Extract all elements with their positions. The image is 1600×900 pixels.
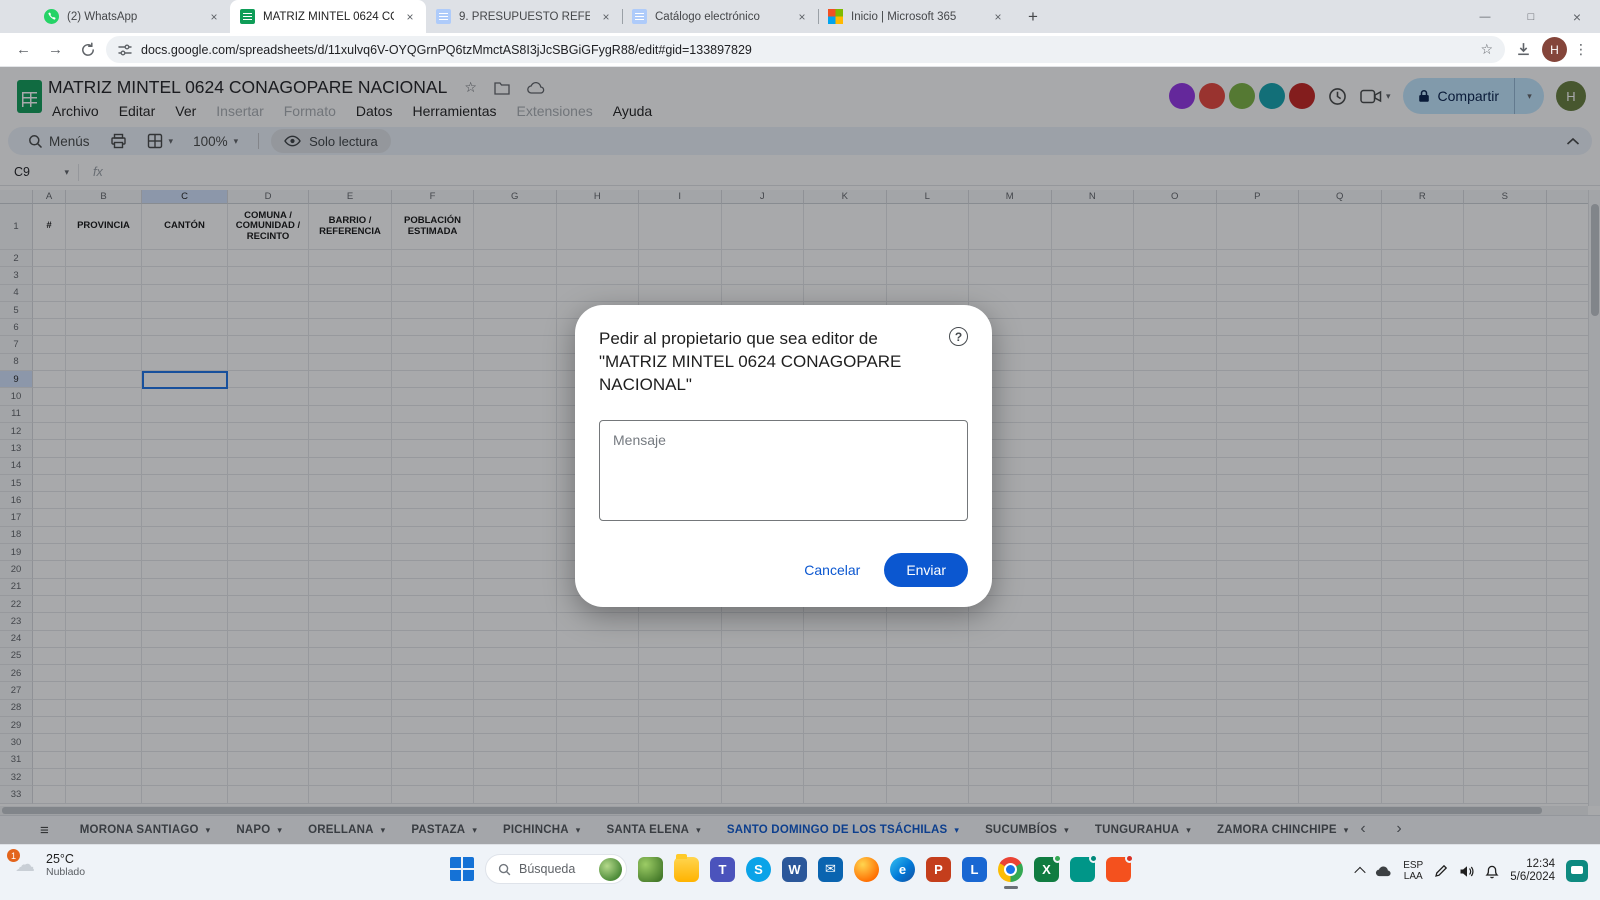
chrome-icon[interactable] — [998, 857, 1023, 882]
browser-tabs: (2) WhatsApp×MATRIZ MINTEL 0624 CONAG×9.… — [34, 0, 1014, 33]
teams-icon[interactable]: T — [710, 857, 735, 882]
minimize-button[interactable]: — — [1462, 0, 1508, 33]
notification-bell-icon[interactable] — [1485, 864, 1499, 879]
browser-profile-avatar[interactable]: H — [1542, 37, 1567, 62]
cancel-button[interactable]: Cancelar — [790, 553, 874, 587]
whatsapp-icon — [44, 9, 59, 24]
screen: (2) WhatsApp×MATRIZ MINTEL 0624 CONAG×9.… — [0, 0, 1600, 900]
outlook-icon[interactable]: ✉ — [818, 857, 843, 882]
tab-close-icon[interactable]: × — [794, 9, 810, 25]
tray-date: 5/6/2024 — [1510, 871, 1555, 884]
tab-strip: (2) WhatsApp×MATRIZ MINTEL 0624 CONAG×9.… — [0, 0, 1600, 33]
address-bar: ← → docs.google.com/spreadsheets/d/11xul… — [0, 33, 1600, 67]
lens-icon[interactable]: L — [962, 857, 987, 882]
tab-title: (2) WhatsApp — [67, 11, 198, 23]
tab-title: Inicio | Microsoft 365 — [851, 11, 982, 23]
tray-time: 12:34 — [1526, 858, 1555, 871]
taskbar-search[interactable]: Búsqueda — [485, 854, 627, 884]
maximize-button[interactable]: □ — [1508, 0, 1554, 33]
tab-close-icon[interactable]: × — [598, 9, 614, 25]
window-controls: — □ × — [1462, 0, 1600, 33]
close-button[interactable]: × — [1554, 0, 1600, 33]
tray-expand-icon[interactable] — [1355, 867, 1366, 878]
refresh-icon[interactable] — [74, 36, 101, 63]
clock[interactable]: 12:34 5/6/2024 — [1510, 858, 1555, 884]
tab-title: Catálogo electrónico — [655, 11, 786, 23]
volume-icon[interactable] — [1459, 865, 1474, 878]
browser-tab-2-whatsapp[interactable]: (2) WhatsApp × — [34, 0, 230, 33]
skype-icon[interactable]: S — [746, 857, 771, 882]
firefox-icon[interactable] — [854, 857, 879, 882]
excel-icon[interactable]: X — [1034, 857, 1059, 882]
download-icon[interactable] — [1510, 36, 1537, 63]
search-highlight-image — [599, 858, 622, 881]
tab-title: MATRIZ MINTEL 0624 CONAG — [263, 11, 394, 23]
back-icon[interactable]: ← — [10, 36, 37, 63]
forward-icon[interactable]: → — [42, 36, 69, 63]
site-info-icon[interactable] — [118, 43, 132, 57]
weather-alert-badge: 1 — [7, 849, 20, 862]
new-tab-button[interactable]: + — [1020, 4, 1046, 30]
word-icon[interactable]: W — [782, 857, 807, 882]
language-indicator[interactable]: ESP LAA — [1403, 860, 1423, 882]
tab-close-icon[interactable]: × — [206, 9, 222, 25]
search-placeholder: Búsqueda — [519, 862, 575, 876]
send-button[interactable]: Enviar — [884, 553, 968, 587]
url-text: docs.google.com/spreadsheets/d/11xulvq6V… — [141, 43, 1471, 57]
browser-tab-matriz-mintel-0624-conag[interactable]: MATRIZ MINTEL 0624 CONAG × — [230, 0, 426, 33]
search-icon — [498, 863, 511, 876]
tab-close-icon[interactable]: × — [402, 9, 418, 25]
weather-widget[interactable]: ☁ 1 25°C Nublado — [12, 852, 85, 878]
sheets-icon — [240, 9, 255, 24]
microsoft-icon — [828, 9, 843, 24]
powerpoint-icon[interactable]: P — [926, 857, 951, 882]
browser-menu-icon[interactable]: ⋮ — [1572, 41, 1590, 58]
system-tray: ESP LAA 12:34 5/6/2024 — [1356, 851, 1588, 891]
weather-temp: 25°C — [46, 852, 85, 866]
taskbar-apps: TSW ✉ ePL X — [638, 857, 1131, 882]
start-button[interactable] — [450, 857, 474, 881]
tab-close-icon[interactable]: × — [990, 9, 1006, 25]
doc-icon — [632, 9, 647, 24]
weather-icon: ☁ 1 — [12, 853, 38, 877]
onedrive-cloud-icon[interactable] — [1375, 865, 1392, 877]
notification-badge[interactable] — [1566, 860, 1588, 882]
taskbar-center: Búsqueda TSW ✉ ePL X — [450, 854, 1131, 884]
weather-desc: Nublado — [46, 866, 85, 878]
url-bar[interactable]: docs.google.com/spreadsheets/d/11xulvq6V… — [106, 36, 1505, 63]
message-textarea[interactable] — [599, 420, 968, 521]
dialog-title: Pedir al propietario que sea editor de "… — [599, 327, 931, 396]
request-edit-dialog: Pedir al propietario que sea editor de "… — [575, 305, 992, 607]
teal-app-icon[interactable] — [1070, 857, 1095, 882]
pen-icon[interactable] — [1434, 864, 1448, 878]
file-explorer-icon[interactable] — [674, 857, 699, 882]
orange-app-icon[interactable] — [1106, 857, 1131, 882]
bookmark-star-icon[interactable]: ☆ — [1480, 41, 1493, 58]
taskbar: ☁ 1 25°C Nublado Búsqueda TSW✉ePLX ESP — [0, 844, 1600, 900]
browser-tab-catalogo-electronico[interactable]: Catálogo electrónico × — [622, 0, 818, 33]
tab-title: 9. PRESUPUESTO REFERENCIAL — [459, 11, 590, 23]
browser-tab-inicio-microsoft-365[interactable]: Inicio | Microsoft 365 × — [818, 0, 1014, 33]
help-icon[interactable]: ? — [949, 327, 968, 346]
browser-tab-9-presupuesto-referencial[interactable]: 9. PRESUPUESTO REFERENCIAL × — [426, 0, 622, 33]
game-icon[interactable] — [638, 857, 663, 882]
edge-icon[interactable]: e — [890, 857, 915, 882]
doc-icon — [436, 9, 451, 24]
